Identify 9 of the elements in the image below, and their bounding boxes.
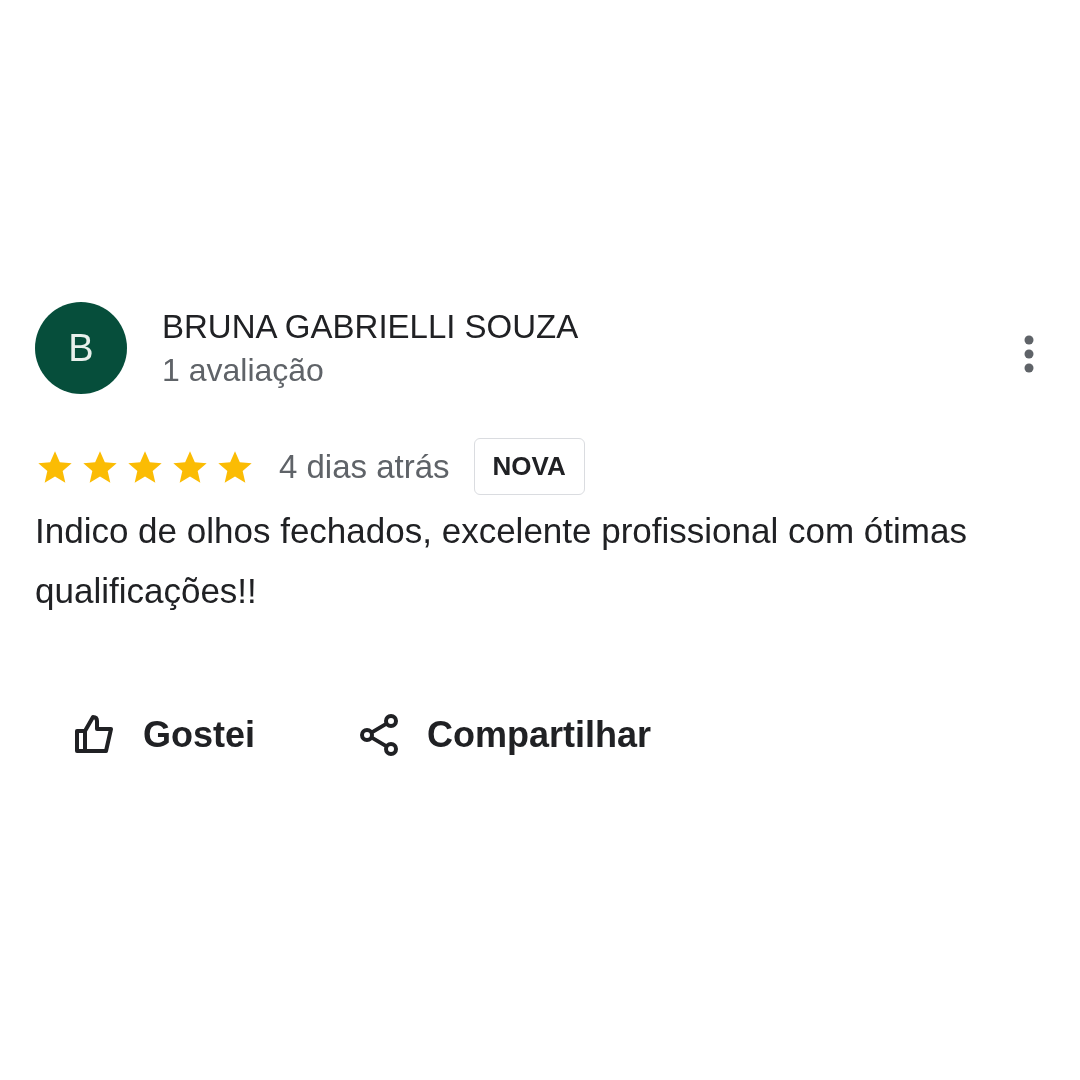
- more-icon[interactable]: [1022, 334, 1036, 374]
- review-date: 4 dias atrás: [279, 447, 450, 486]
- review-count: 1 avaliação: [162, 351, 325, 390]
- new-badge: NOVA: [473, 438, 585, 495]
- review-text: Indico de olhos fechados, excelente profissional com ótimas qualificações!!: [35, 510, 968, 612]
- avatar: B: [35, 302, 127, 394]
- author-name[interactable]: BRUNA GABRIELLI SOUZA: [162, 305, 1022, 349]
- share-button[interactable]: Compartilhar: [355, 711, 652, 759]
- like-button[interactable]: Gostei: [71, 711, 256, 759]
